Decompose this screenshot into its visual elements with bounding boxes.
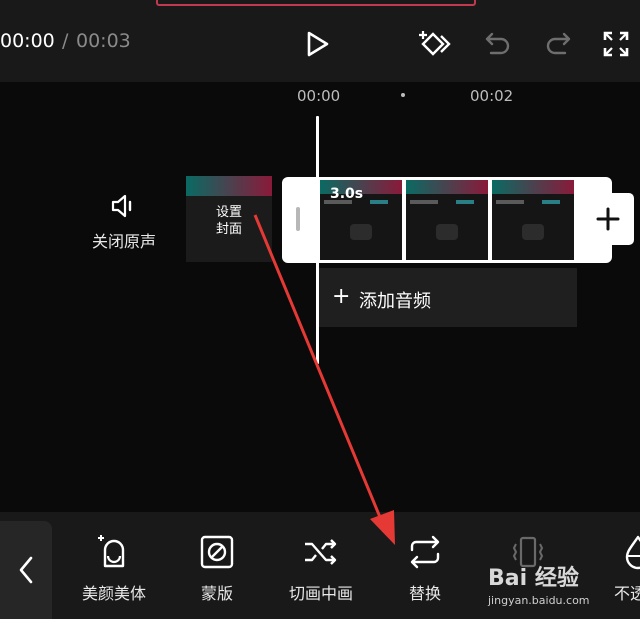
ruler-tick-start: 00:00 <box>297 87 341 105</box>
redo-button[interactable] <box>540 26 576 62</box>
tool-replace[interactable]: 替换 <box>377 532 473 604</box>
mute-original-audio-button[interactable]: 关闭原声 <box>84 192 164 252</box>
beauty-icon <box>98 535 125 568</box>
undo-icon <box>485 32 510 55</box>
baidu-jingyan-watermark: Bai 经验 jingyan.baidu.com <box>488 560 638 607</box>
add-audio-label: 添加音频 <box>359 291 431 312</box>
add-clip-button[interactable] <box>582 193 634 245</box>
watermark-logo: Bai 经验 <box>488 566 579 591</box>
mask-icon <box>200 535 234 569</box>
speaker-icon <box>111 194 132 218</box>
play-icon <box>307 31 329 57</box>
fullscreen-button[interactable] <box>598 26 634 62</box>
time-separator: / <box>62 30 69 52</box>
fullscreen-icon <box>603 31 629 57</box>
redo-icon <box>546 32 571 55</box>
tool-beauty[interactable]: 美颜美体 <box>66 532 162 604</box>
clip-trim-handle[interactable] <box>296 207 300 231</box>
ruler-tick-end: 00:02 <box>470 87 514 105</box>
current-time: 00:00 <box>0 30 55 52</box>
chevron-left-icon <box>19 556 33 584</box>
plus-icon <box>596 207 620 231</box>
watermark-site: jingyan.baidu.com <box>488 594 590 607</box>
shuffle-icon <box>305 539 337 565</box>
add-audio-button[interactable] <box>319 268 577 327</box>
undo-button[interactable] <box>480 26 516 62</box>
cover-thumbnail-banner <box>186 176 272 196</box>
tool-label: 替换 <box>408 584 441 603</box>
set-cover-button[interactable]: 设置 封面 <box>186 176 272 262</box>
tool-mask[interactable]: 蒙版 <box>169 532 265 604</box>
play-button[interactable] <box>300 26 336 62</box>
set-cover-label: 设置 封面 <box>215 205 242 237</box>
clip-duration: 3.0s <box>330 186 364 202</box>
total-time: 00:03 <box>76 30 131 52</box>
replace-icon <box>410 535 440 569</box>
mute-label: 关闭原声 <box>91 232 156 251</box>
clip-frame <box>406 180 488 260</box>
tool-label: 蒙版 <box>200 584 233 603</box>
tool-label: 美颜美体 <box>81 584 146 603</box>
clip-frame <box>492 180 574 260</box>
add-audio-plus-icon: + <box>332 284 351 309</box>
keyframe-icon <box>419 31 451 56</box>
tool-picture-in-picture[interactable]: 切画中画 <box>273 532 369 604</box>
ruler-dot <box>401 93 405 97</box>
back-button[interactable] <box>0 521 52 619</box>
keyframe-button[interactable] <box>416 26 452 62</box>
preview-frame-edge <box>156 0 476 6</box>
tool-label: 切画中画 <box>288 584 353 603</box>
